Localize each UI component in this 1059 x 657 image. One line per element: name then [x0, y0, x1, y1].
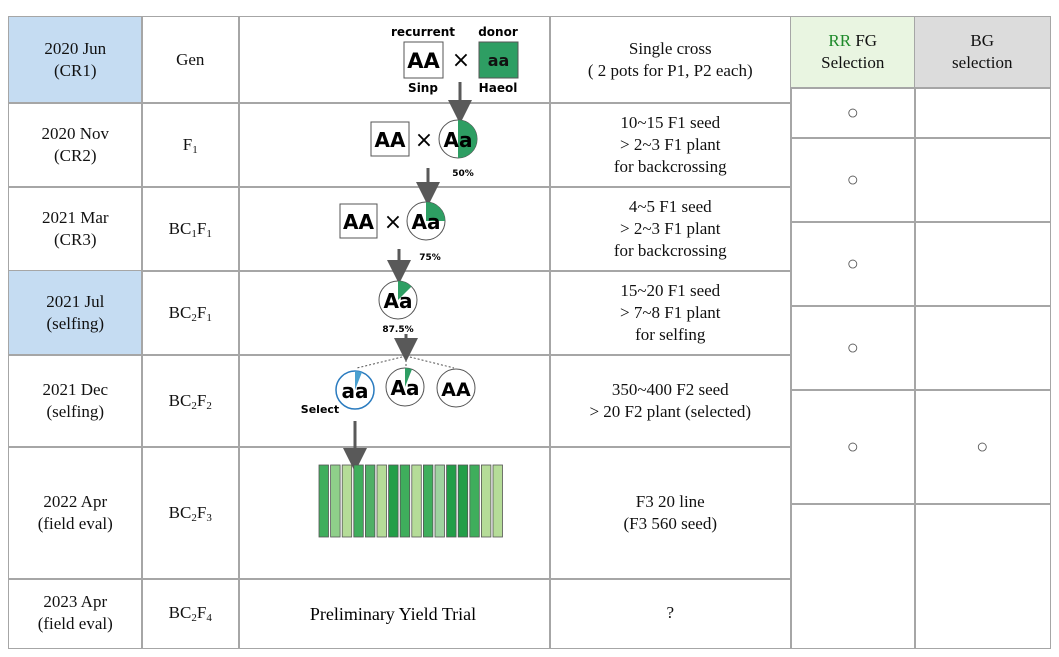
- preliminary-yield-trial: Preliminary Yield Trial: [310, 604, 476, 624]
- recurrent-genotype: AA: [407, 49, 440, 73]
- f3-line-bar: [480, 464, 492, 538]
- recurrent-pct-f1: 50%: [452, 169, 474, 179]
- f3-lines: [318, 464, 503, 538]
- f3-line-bar: [399, 464, 411, 538]
- f3-line-bar: [330, 464, 341, 538]
- bc2f1-genotype: Aa: [384, 289, 413, 313]
- cross-symbol: ×: [452, 48, 470, 73]
- f3-line-bar: [457, 464, 469, 538]
- f3-line-bar: [469, 464, 480, 538]
- donor-name: Haeol: [479, 81, 518, 95]
- f3-line-bar: [376, 464, 387, 538]
- recurrent-pct-bc2: 87.5%: [382, 325, 413, 335]
- f3-line-bar: [364, 464, 376, 538]
- recurrent-name: Sinp: [408, 81, 438, 95]
- f2-genotype-het: Aa: [391, 376, 420, 400]
- donor-label: donor: [478, 25, 518, 39]
- f1-genotype: Aa: [444, 128, 473, 152]
- f3-line-bar: [353, 464, 364, 538]
- f3-line-bar: [492, 464, 503, 538]
- f3-line-bar: [388, 464, 399, 538]
- f3-line-bar: [422, 464, 434, 538]
- cross-symbol: ×: [415, 128, 433, 153]
- f2-genotype-AA: AA: [441, 379, 471, 401]
- cross-symbol: ×: [384, 210, 402, 235]
- recurrent-genotype: AA: [343, 210, 374, 234]
- recurrent-pct-bc1: 75%: [419, 253, 441, 263]
- select-label: Select: [301, 403, 339, 416]
- f3-line-bar: [318, 464, 329, 538]
- f3-line-bar: [411, 464, 422, 538]
- backcross-scheme-diagram: recurrent donor AA × aa Sinp Haeol AA × …: [301, 25, 519, 624]
- f3-line-bar: [341, 464, 353, 538]
- donor-genotype: aa: [488, 51, 510, 70]
- f2-genotype-aa: aa: [342, 379, 369, 403]
- bc1f1-genotype: Aa: [412, 210, 441, 234]
- recurrent-genotype: AA: [375, 128, 406, 152]
- recurrent-label: recurrent: [391, 25, 455, 39]
- f3-line-bar: [446, 464, 457, 538]
- f3-line-bar: [434, 464, 445, 538]
